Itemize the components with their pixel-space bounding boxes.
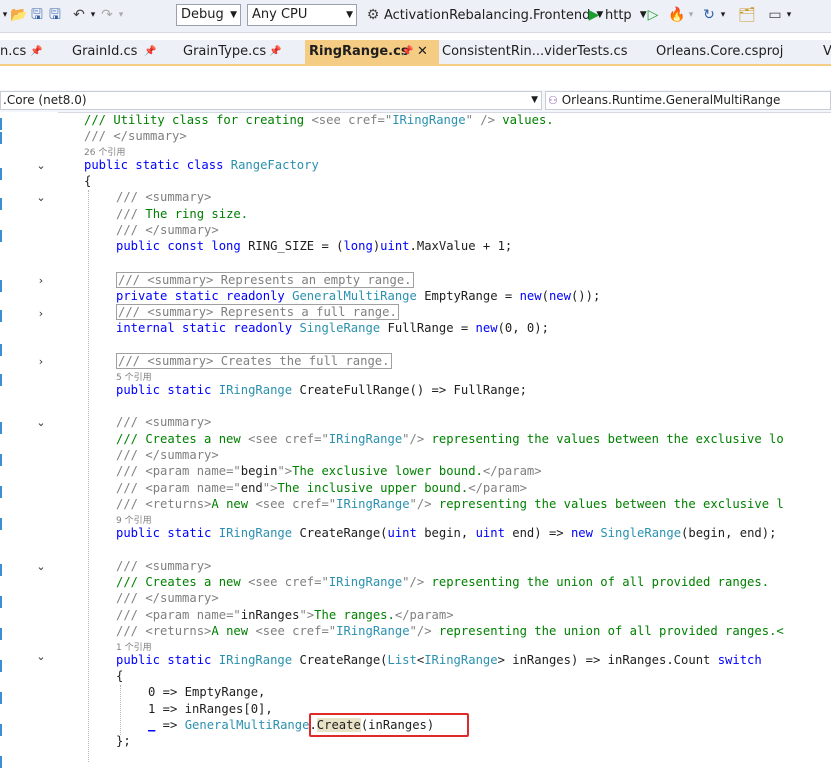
code-line: /// <returns>A new <see cref="IRingRange… bbox=[116, 497, 784, 511]
code-line: public static IRingRange CreateRange(Lis… bbox=[116, 653, 762, 667]
code-line: /// Utility class for creating <see cref… bbox=[84, 113, 554, 127]
code-line: /// <returns>A new <see cref="IRingRange… bbox=[116, 624, 784, 638]
code-line: public static class RangeFactory bbox=[84, 158, 319, 172]
collapsed-comment[interactable]: /// <summary> Creates the full range. bbox=[116, 353, 392, 369]
code-line: /// </summary> bbox=[116, 448, 219, 462]
code-line: public const long RING_SIZE = (long)uint… bbox=[116, 239, 513, 253]
code-line: { bbox=[116, 669, 124, 683]
code-line: /// <param name="inRanges">The ranges.</… bbox=[116, 608, 454, 622]
code-line: /// </summary> bbox=[84, 129, 187, 143]
collapsed-comment[interactable]: /// <summary> Represents an empty range. bbox=[116, 272, 414, 288]
code-line: public static IRingRange CreateFullRange… bbox=[116, 383, 527, 397]
code-line: /// <summary> bbox=[116, 190, 212, 204]
code-line: /// </summary> bbox=[116, 223, 219, 237]
code-line: { bbox=[84, 174, 92, 188]
code-line: public static IRingRange CreateRange(uin… bbox=[116, 526, 777, 540]
code-line: }; bbox=[116, 734, 131, 748]
code-line: /// <summary> bbox=[116, 415, 212, 429]
code-line: /// <param name="end">The inclusive uppe… bbox=[116, 481, 527, 495]
code-line: /// </summary> bbox=[116, 591, 219, 605]
code-line: 0 => EmptyRange, bbox=[148, 685, 266, 699]
code-editor[interactable]: /// Utility class for creating <see cref… bbox=[0, 0, 831, 762]
annotation-highlight-box bbox=[309, 713, 469, 737]
code-line: /// <param name="begin">The exclusive lo… bbox=[116, 464, 542, 478]
code-line: internal static readonly SingleRange Ful… bbox=[116, 321, 549, 335]
code-line: /// <summary> bbox=[116, 559, 212, 573]
collapsed-comment[interactable]: /// <summary> Represents a full range. bbox=[116, 304, 399, 320]
code-line: /// Creates a new <see cref="IRingRange"… bbox=[116, 575, 770, 589]
code-line: /// The ring size. bbox=[116, 207, 249, 221]
code-line: private static readonly GeneralMultiRang… bbox=[116, 289, 601, 303]
code-line: /// Creates a new <see cref="IRingRange"… bbox=[116, 432, 784, 446]
code-line: 1 => inRanges[0], bbox=[148, 702, 273, 716]
